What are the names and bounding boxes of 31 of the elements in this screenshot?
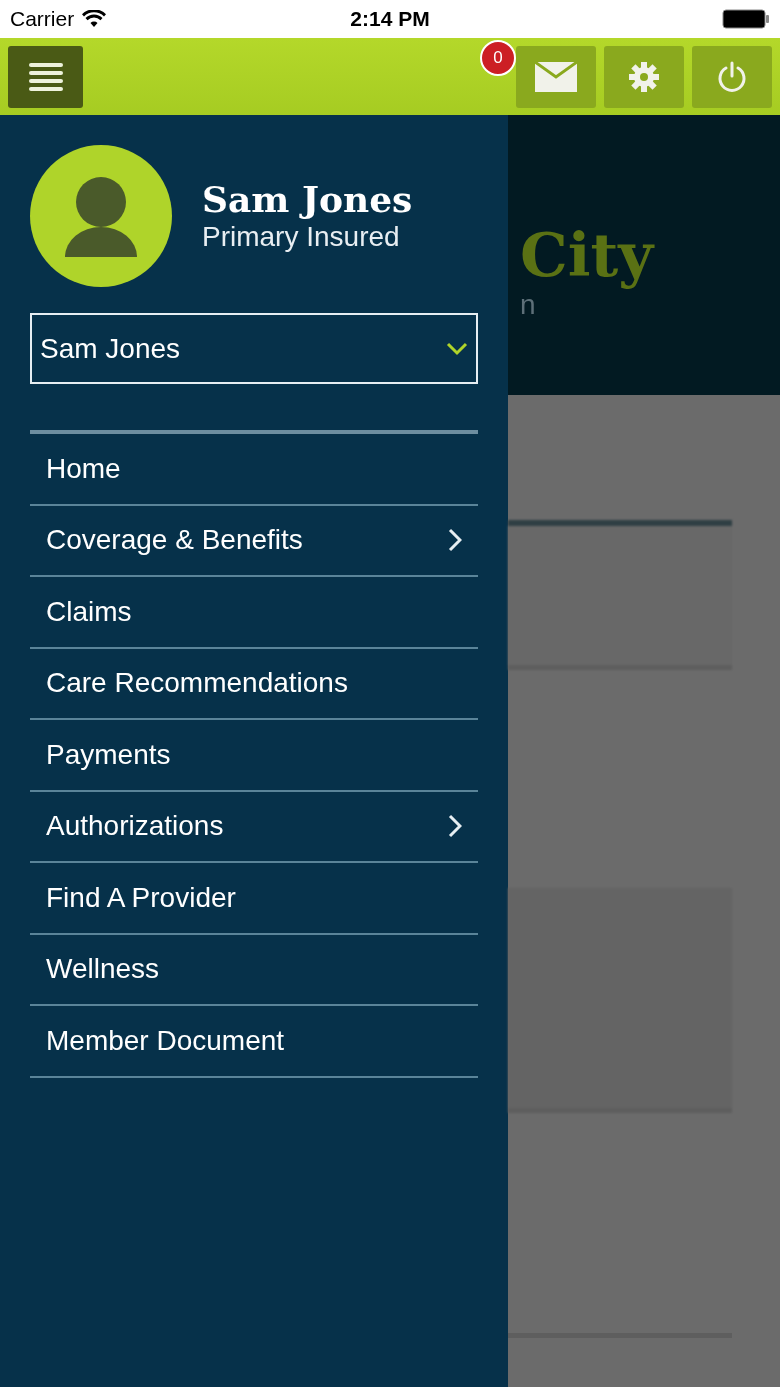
page-subtitle: n: [520, 290, 536, 320]
avatar-icon: [30, 145, 172, 287]
clock: 2:14 PM: [350, 6, 430, 33]
mail-icon: [535, 61, 577, 92]
menu-icon: [27, 61, 64, 92]
settings-icon: [628, 60, 660, 93]
battery-icon: [722, 9, 770, 29]
chevron-down-icon: [446, 341, 468, 356]
user-name: Sam Jones: [202, 178, 413, 220]
logout-button[interactable]: [692, 45, 772, 108]
menu-button[interactable]: [8, 45, 83, 108]
menu-item[interactable]: Member Document: [30, 1006, 478, 1078]
chevron-right-icon: [448, 528, 462, 553]
menu-item[interactable]: Coverage & Benefits: [30, 505, 478, 577]
menu-item[interactable]: Find A Provider: [30, 863, 478, 935]
carrier-label: Carrier: [10, 6, 75, 33]
menu-item[interactable]: Authorizations: [30, 791, 478, 863]
menu-item[interactable]: Payments: [30, 720, 478, 792]
user-role: Primary Insured: [202, 220, 401, 254]
wifi-icon: [82, 10, 107, 28]
menu-item[interactable]: Home: [30, 434, 478, 506]
member-dropdown[interactable]: Sam Jones: [30, 313, 478, 384]
messages-button[interactable]: [516, 45, 596, 108]
power-icon: [716, 60, 748, 93]
message-count-badge: 0: [480, 39, 516, 76]
page-title: City: [520, 220, 656, 290]
settings-button[interactable]: [604, 45, 684, 108]
menu-item[interactable]: Wellness: [30, 934, 478, 1006]
menu-item[interactable]: Care Recommendations: [30, 648, 478, 720]
chevron-right-icon: [448, 814, 462, 839]
menu-item[interactable]: Claims: [30, 577, 478, 649]
